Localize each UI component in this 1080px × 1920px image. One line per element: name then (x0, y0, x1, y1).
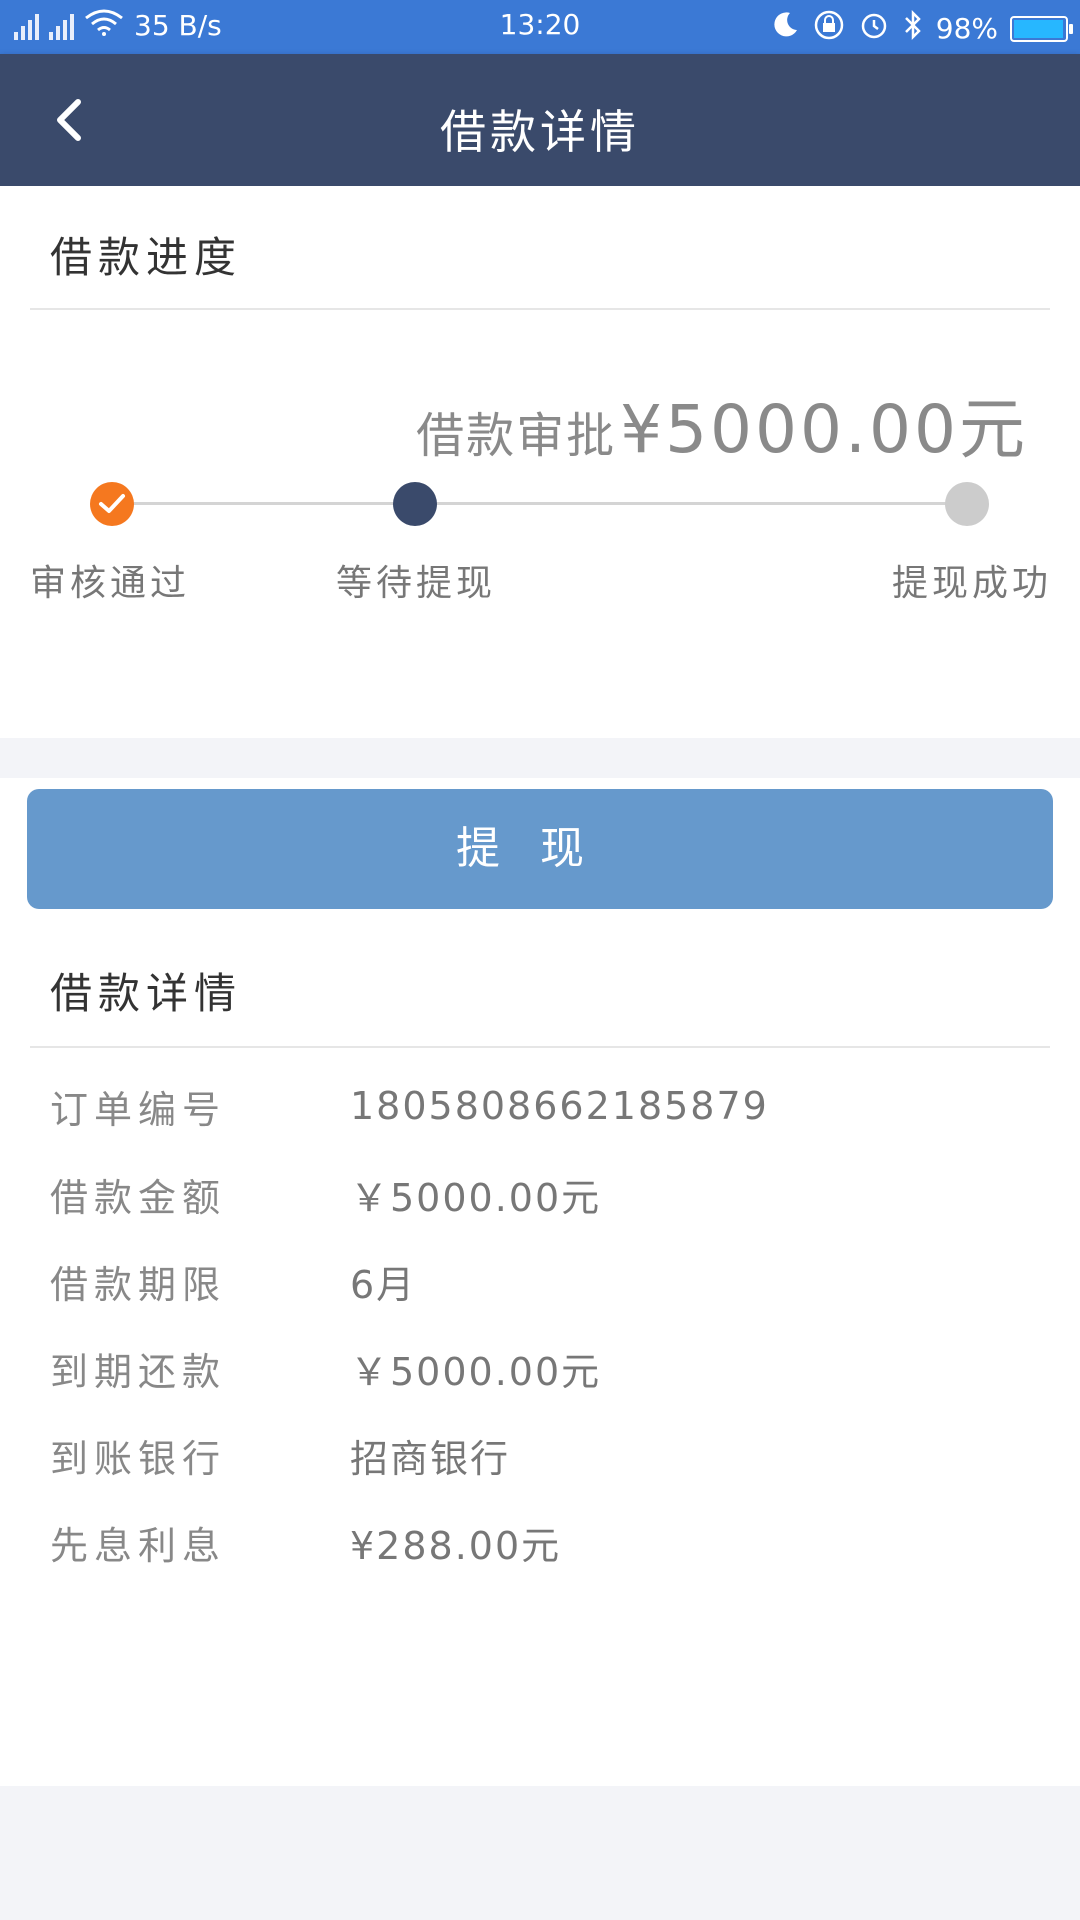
step-done-node (90, 482, 134, 526)
approval-amount: 借款审批 ¥5000.00元 (416, 376, 1028, 472)
detail-key: 先息利息 (50, 1523, 227, 1568)
approval-amount-label: 借款审批 (416, 408, 617, 464)
detail-key: 到账银行 (50, 1436, 227, 1481)
divider (30, 1046, 1050, 1048)
detail-key: 借款金额 (50, 1175, 227, 1220)
alarm-icon (858, 9, 890, 48)
detail-key: 订单编号 (50, 1087, 227, 1132)
detail-value: 6月 (350, 1262, 417, 1307)
detail-value: ￥5000.00元 (350, 1175, 602, 1220)
detail-key: 到期还款 (50, 1349, 227, 1394)
progress-track (112, 502, 968, 505)
details-section-title: 借款详情 (50, 969, 243, 1018)
detail-row-loan-amount: 借款金额 ￥5000.00元 (50, 1164, 601, 1224)
detail-row-bank: 到账银行 招商银行 (50, 1425, 510, 1485)
check-icon (99, 494, 125, 513)
divider (30, 308, 1050, 310)
detail-value: 招商银行 (350, 1436, 511, 1481)
loan-details-card: 借款详情 订单编号 18058086621858​79 借款金额 ￥5000.0… (0, 778, 1080, 1786)
detail-value: ￥5000.00元 (350, 1349, 602, 1394)
step-label-waiting: 等待提现 (336, 563, 497, 604)
status-bar: 35 B/s 13:20 98% (0, 0, 1080, 54)
detail-value: ¥288.00元 (350, 1523, 562, 1568)
page-title: 借款详情 (440, 105, 640, 159)
step-label-approved: 审核通过 (30, 563, 191, 604)
detail-value: 18058086621858​79 (350, 1084, 769, 1128)
battery-percent: 98% (935, 12, 998, 45)
withdraw-button[interactable]: 提现 (27, 789, 1053, 909)
status-right: 98% (770, 8, 1073, 49)
detail-row-order-number: 订单编号 18058086621858​79 (50, 1076, 769, 1136)
step-label-success: 提现成功 (891, 563, 1052, 604)
approval-amount-value: ¥5000.00元 (620, 391, 1028, 468)
rotation-lock-icon (812, 8, 846, 49)
detail-row-loan-term: 借款期限 6月 (50, 1251, 416, 1311)
bluetooth-icon (902, 9, 924, 48)
detail-row-interest: 先息利息 ¥288.00元 (50, 1512, 561, 1572)
battery-icon (1010, 15, 1073, 42)
step-current-node (393, 482, 437, 526)
progress-section-title: 借款进度 (50, 233, 243, 282)
detail-row-due-repayment: 到期还款 ￥5000.00元 (50, 1338, 601, 1398)
battery-fill (1014, 19, 1063, 38)
loan-progress-card: 借款进度 借款审批 ¥5000.00元 审核通过 等待提现 提现成功 (0, 186, 1080, 738)
step-pending-node (945, 482, 989, 526)
title-bar: 借款详情 (0, 54, 1080, 186)
moon-icon (770, 10, 800, 47)
detail-key: 借款期限 (50, 1262, 227, 1307)
